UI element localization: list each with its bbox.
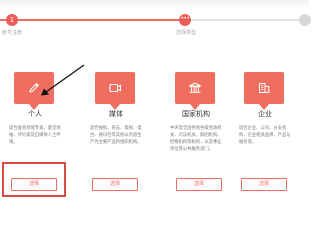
annotation-arrow-icon (41, 64, 85, 96)
